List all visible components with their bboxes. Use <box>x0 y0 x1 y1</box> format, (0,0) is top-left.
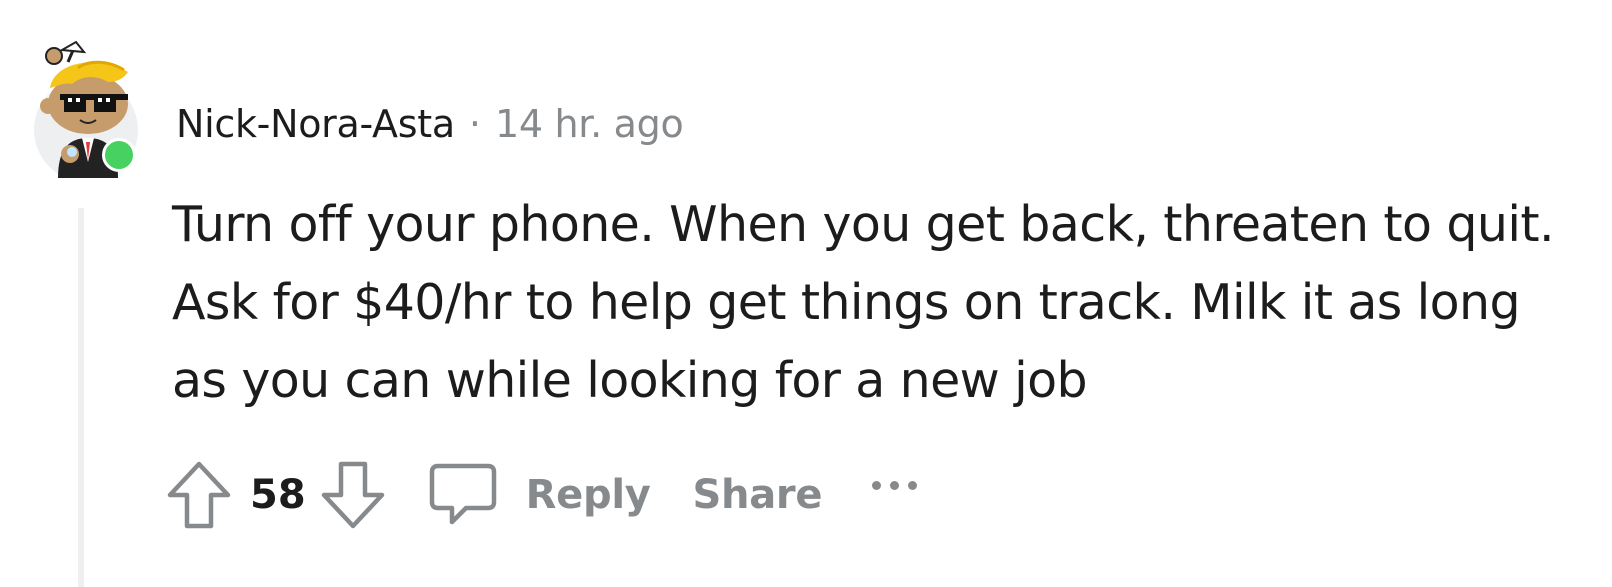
downvote-arrow-icon <box>321 461 384 529</box>
ellipsis-dot <box>908 480 918 490</box>
comment-body: Turn off your phone. When you get back, … <box>172 196 1555 409</box>
vote-score: 58 <box>250 472 306 518</box>
comment-meta: Nick-Nora-Asta · 14 hr. ago <box>176 98 684 150</box>
downvote-button[interactable] <box>314 455 392 535</box>
thread-collapse-line[interactable] <box>78 208 84 587</box>
ellipsis-dot <box>872 480 882 490</box>
author-username[interactable]: Nick-Nora-Asta <box>176 102 455 146</box>
upvote-button[interactable] <box>160 455 238 535</box>
reply-icon-button[interactable] <box>422 455 504 535</box>
meta-separator: · <box>468 102 481 146</box>
comment-action-bar: 58 Reply Share <box>160 455 918 535</box>
ellipsis-dot <box>890 480 900 490</box>
reply-button[interactable]: Reply <box>526 472 651 518</box>
share-button[interactable]: Share <box>693 472 823 518</box>
comment: Nick-Nora-Asta · 14 hr. ago Turn off you… <box>0 0 1612 587</box>
speech-bubble-icon <box>429 463 496 525</box>
upvote-arrow-icon <box>167 461 231 529</box>
more-options-button[interactable] <box>872 465 918 505</box>
online-status-dot <box>102 138 136 172</box>
comment-timestamp[interactable]: 14 hr. ago <box>495 102 684 146</box>
